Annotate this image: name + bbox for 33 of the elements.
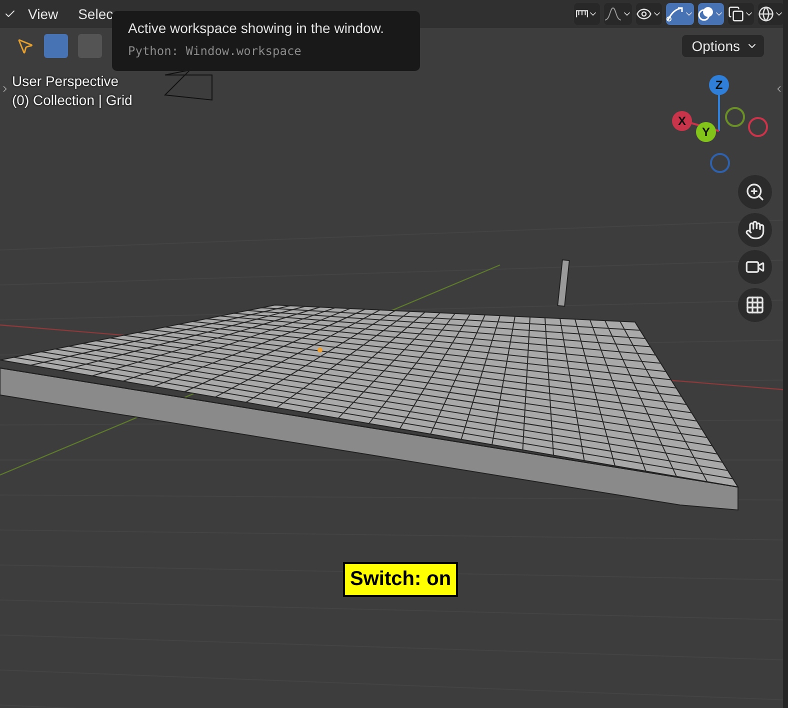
- status-label: Switch: on: [343, 562, 458, 597]
- menu-item[interactable]: View: [20, 2, 66, 26]
- collection-info: (0) Collection | Grid: [12, 92, 132, 108]
- grid-icon[interactable]: [738, 288, 772, 322]
- tooltip-text: Active workspace showing in the window.: [128, 20, 384, 36]
- options-button[interactable]: Options: [682, 35, 764, 57]
- overlapping-circles-icon: [698, 6, 714, 22]
- axis-ring-icon[interactable]: [725, 107, 745, 127]
- zoom-icon[interactable]: [738, 175, 772, 209]
- arrow-icon: [666, 6, 684, 22]
- view-name: User Perspective: [12, 73, 120, 89]
- xray-toggle[interactable]: [728, 3, 754, 25]
- axis-label[interactable]: X: [672, 111, 692, 131]
- eye-icon: [636, 6, 652, 22]
- cursor-icon[interactable]: [16, 37, 34, 55]
- camera-icon[interactable]: [738, 250, 772, 284]
- axis-label[interactable]: Z: [709, 75, 729, 95]
- collapse-icon[interactable]: [4, 8, 16, 20]
- curve-icon: [604, 6, 622, 22]
- tooltip-python: Python: Window.workspace: [128, 44, 302, 58]
- overlapping-squares-icon: [728, 6, 744, 22]
- wireframe-toggle[interactable]: [758, 3, 784, 25]
- hand-icon[interactable]: [738, 213, 772, 247]
- falloff-toggle[interactable]: [604, 3, 632, 25]
- overlay-toggle[interactable]: [698, 3, 724, 25]
- proportional-toggle[interactable]: [574, 3, 600, 25]
- axis-label[interactable]: Y: [696, 122, 716, 142]
- gizmo-toggle[interactable]: [666, 3, 694, 25]
- globe-icon: [758, 6, 774, 22]
- selectability-toggle[interactable]: [636, 3, 662, 25]
- ruler-icon: [576, 10, 588, 18]
- origin-dot-icon: [318, 348, 322, 352]
- light-object-drawing: [557, 259, 570, 307]
